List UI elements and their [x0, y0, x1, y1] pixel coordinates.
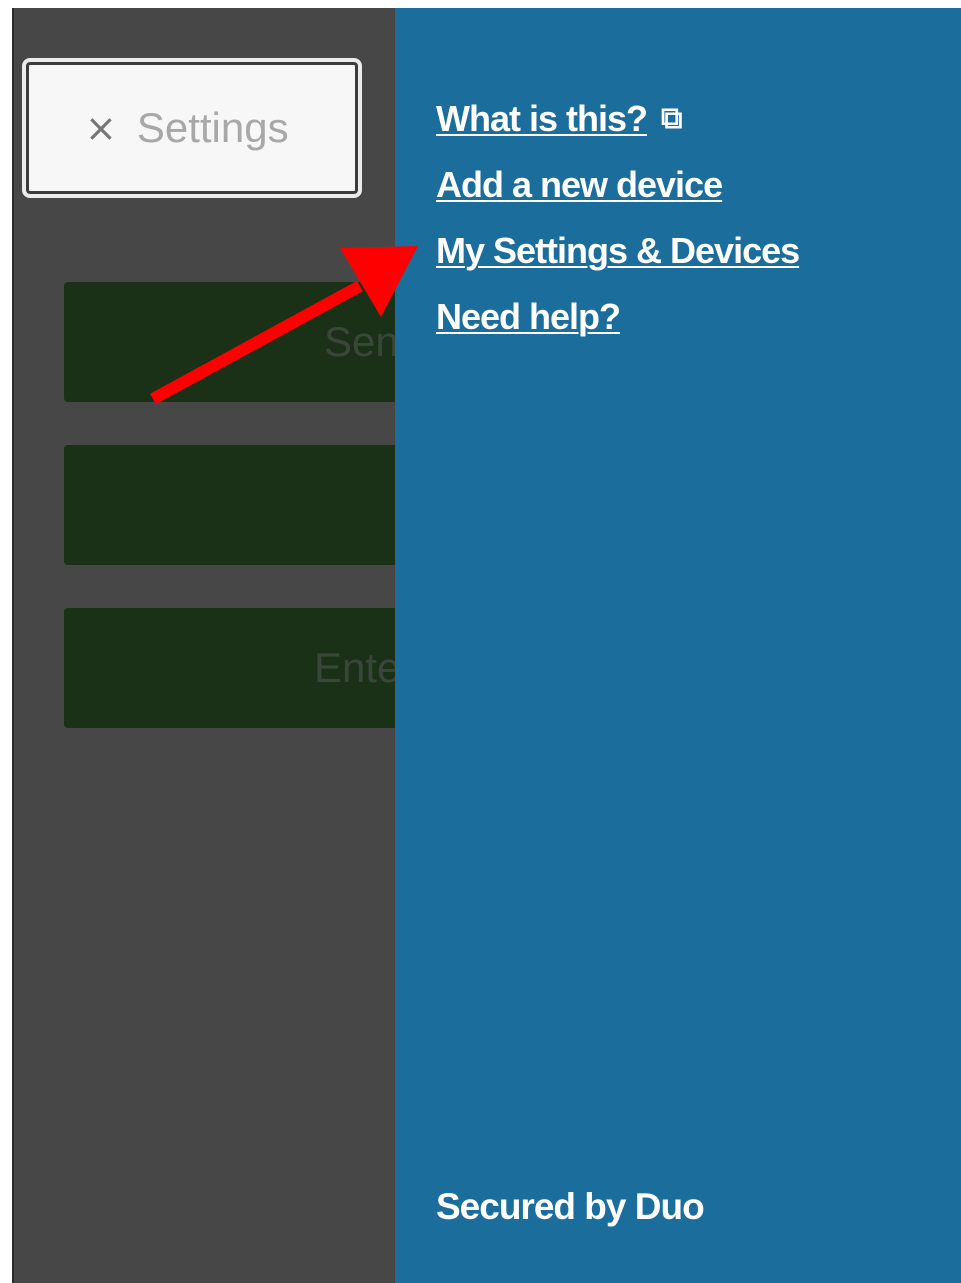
external-link-icon[interactable]: ⧉ — [661, 102, 682, 136]
send-push-button[interactable]: Sen — [64, 282, 424, 402]
menu-item-my-settings: My Settings & Devices — [436, 218, 800, 284]
menu-item-what-is-this: What is this? ⧉ — [436, 86, 799, 152]
duo-settings-page: × Settings Sen Ente What is this? ⧉ Add … — [0, 0, 961, 1283]
secured-by-duo-text: Secured by Duo — [436, 1186, 705, 1227]
my-settings-devices-link[interactable]: My Settings & Devices — [436, 230, 800, 272]
menu-item-add-device: Add a new device — [436, 152, 799, 218]
enter-passcode-label: Ente — [314, 644, 401, 691]
settings-menu: What is this? ⧉ Add a new device My Sett… — [436, 86, 800, 350]
send-push-label: Sen — [324, 318, 399, 365]
menu-item-need-help: Need help? — [436, 284, 799, 350]
settings-label: Settings — [136, 104, 289, 151]
need-help-link[interactable]: Need help? — [436, 296, 621, 338]
close-settings-button[interactable]: × Settings — [22, 58, 362, 198]
add-new-device-link[interactable]: Add a new device — [436, 164, 723, 206]
what-is-this-link[interactable]: What is this? — [436, 98, 648, 140]
close-icon: × — [85, 106, 117, 150]
enter-passcode-button[interactable]: Ente — [64, 608, 424, 728]
call-me-button[interactable] — [64, 445, 424, 565]
